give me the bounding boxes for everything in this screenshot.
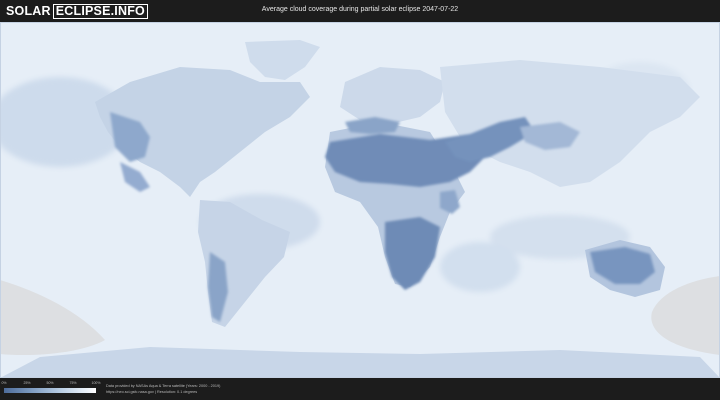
legend-tick-labels: 0% 25% 50% 75% 100%: [1, 381, 100, 387]
legend-tick-50: 50%: [46, 381, 54, 385]
cloud-coverage-legend-bar: [4, 388, 96, 393]
world-map-svg: [0, 22, 720, 378]
legend-tick-25: 25%: [23, 381, 31, 385]
legend-tick-75: 75%: [69, 381, 77, 385]
legend-tick-0: 0%: [1, 381, 7, 385]
footer-bar: 0% 25% 50% 75% 100% Data provided by NAS…: [0, 378, 720, 400]
data-credits: Data provided by NASAs Aqua & Terra sate…: [106, 383, 220, 395]
page-title: Average cloud coverage during partial so…: [261, 6, 459, 13]
cloud-coverage-map: [0, 22, 720, 378]
header-bar: SOLAR ECLIPSE.INFO Average cloud coverage…: [0, 0, 720, 22]
legend-tick-100: 100%: [91, 381, 101, 385]
credit-line-2: https://neo.sci.gsfc.nasa.gov | Resoluti…: [106, 390, 198, 394]
